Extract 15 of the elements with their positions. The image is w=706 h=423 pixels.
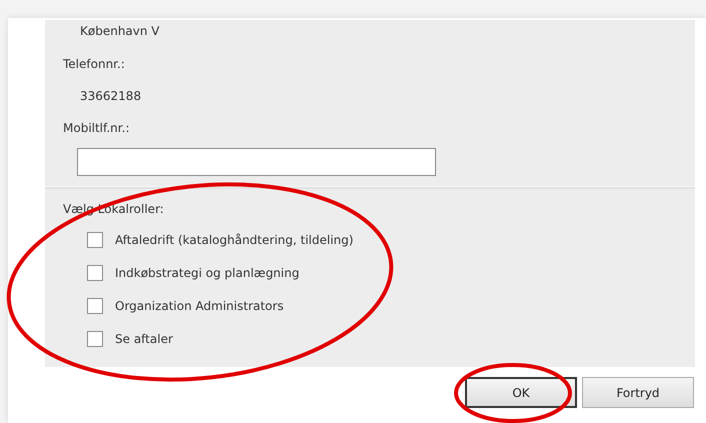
checkbox-label: Indkøbstrategi og planlægning	[115, 266, 300, 280]
checkbox[interactable]	[87, 232, 103, 248]
checkbox[interactable]	[87, 330, 103, 346]
checkbox[interactable]	[87, 298, 103, 314]
checkbox-label: Aftaledrift (kataloghåndtering, tildeling)	[115, 232, 354, 246]
checkbox-label: Se aftaler	[115, 332, 173, 346]
address-text: København V	[79, 23, 161, 40]
field-label: Telefonnr.:	[63, 56, 126, 73]
cancel-button[interactable]: Fortryd	[582, 377, 694, 408]
input-field[interactable]	[77, 148, 436, 176]
checkbox-label: Organization Administrators	[115, 298, 284, 312]
checkbox[interactable]	[87, 264, 103, 280]
field-label: Mobiltlf.nr.:	[63, 120, 130, 137]
ok-button[interactable]: OK	[465, 377, 577, 408]
field-value: 33662188	[79, 88, 142, 105]
